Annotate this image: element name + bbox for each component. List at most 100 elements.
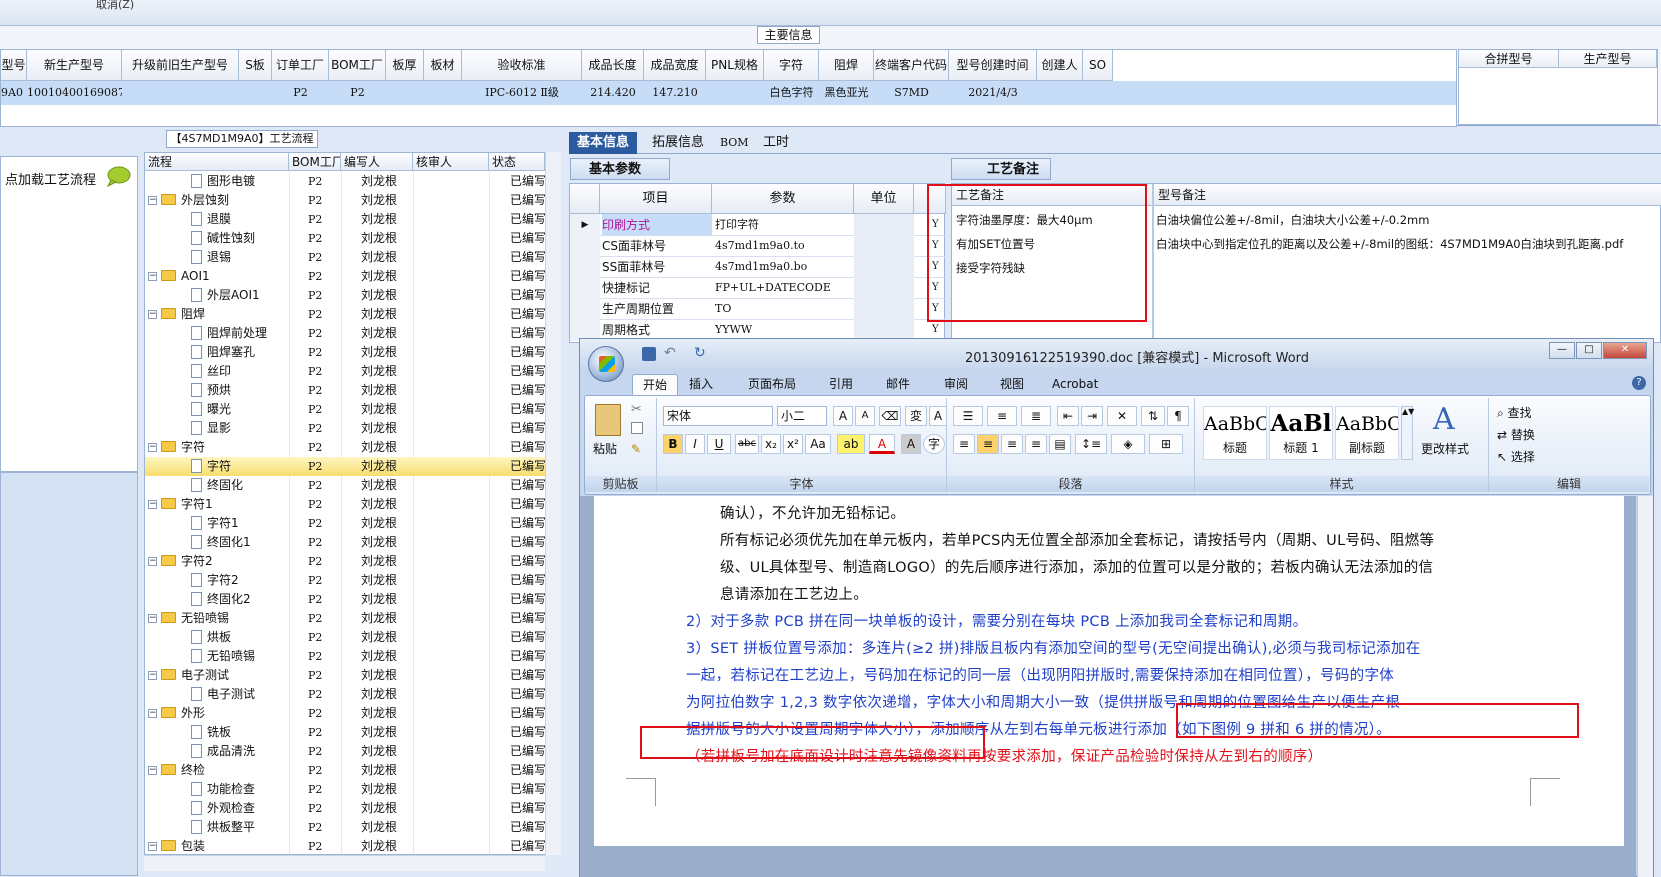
param-value[interactable]: TO xyxy=(715,298,853,320)
tree-row[interactable]: 字符1 P2 刘龙根 已编写 xyxy=(145,514,545,533)
font-name-select[interactable]: 宋体 xyxy=(663,406,773,426)
cancel-button[interactable]: 取消(Z) xyxy=(96,0,134,12)
main-cell[interactable]: 9A0 xyxy=(1,81,27,105)
main-cell[interactable] xyxy=(239,81,272,105)
collapse-toggle-icon[interactable]: − xyxy=(148,842,157,851)
main-cell[interactable]: 214.420 xyxy=(582,81,644,105)
align-right-icon[interactable]: ≡ xyxy=(1001,434,1023,454)
phonetic-icon[interactable]: 変 xyxy=(905,406,927,426)
tree-row[interactable]: 字符2 P2 刘龙根 已编写 xyxy=(145,571,545,590)
tree-row[interactable]: 电子测试 P2 刘龙根 已编写 xyxy=(145,685,545,704)
main-cell[interactable]: 147.210 xyxy=(644,81,706,105)
tree-row[interactable]: 碱性蚀刻 P2 刘龙根 已编写 xyxy=(145,229,545,248)
main-cell[interactable]: P2 xyxy=(272,81,329,105)
main-cell[interactable] xyxy=(706,81,764,105)
multilevel-list-icon[interactable]: ≣ xyxy=(1021,406,1051,426)
tree-vertical-scrollbar[interactable] xyxy=(545,152,561,855)
tree-row[interactable]: 曝光 P2 刘龙根 已编写 xyxy=(145,400,545,419)
shrink-font-icon[interactable]: A xyxy=(855,406,875,426)
maximize-button[interactable]: □ xyxy=(1576,342,1602,359)
param-value[interactable]: FP+UL+DATECODE xyxy=(715,277,853,299)
change-styles-button[interactable]: 更改样式 xyxy=(1421,440,1469,457)
param-row[interactable]: SS面菲林号 4s7md1m9a0.bo Y xyxy=(570,256,946,278)
minimize-button[interactable]: — xyxy=(1549,342,1575,359)
replace-button[interactable]: ⇄ 替换 xyxy=(1497,426,1535,443)
tree-row[interactable]: 字符 P2 刘龙根 已编写 xyxy=(145,457,545,476)
tab-view[interactable]: 视图 xyxy=(990,374,1034,395)
superscript-icon[interactable]: x² xyxy=(783,434,803,454)
distributed-icon[interactable]: ▤ xyxy=(1049,434,1071,454)
styles-scroll[interactable]: ▲▼ xyxy=(1401,406,1414,460)
document-page[interactable]: 确认），不允许加无铅标记。 所有标记必须优先加在单元板内，若单PCS内无位置全部… xyxy=(594,496,1624,846)
collapse-toggle-icon[interactable]: − xyxy=(148,196,157,205)
align-center-icon[interactable]: ≡ xyxy=(977,434,999,454)
tree-row[interactable]: 退锡 P2 刘龙根 已编写 xyxy=(145,248,545,267)
bullets-icon[interactable]: ☰ xyxy=(953,406,983,426)
tree-row[interactable]: − 包装 P2 刘龙根 已编写 xyxy=(145,837,545,854)
line-spacing-icon[interactable]: ↕≡ xyxy=(1075,434,1107,454)
shading-icon[interactable]: ◈ xyxy=(1111,434,1145,454)
font-color-icon[interactable]: A xyxy=(869,434,895,454)
tree-row[interactable]: 丝印 P2 刘龙根 已编写 xyxy=(145,362,545,381)
main-cell[interactable]: P2 xyxy=(329,81,386,105)
bold-icon[interactable]: B xyxy=(663,434,683,454)
main-cell[interactable] xyxy=(1083,81,1113,105)
basic-params-tab[interactable]: 基本参数 xyxy=(570,158,670,180)
param-value[interactable]: 4s7md1m9a0.to xyxy=(715,235,853,257)
process-notes-tab[interactable]: 工艺备注 xyxy=(951,158,1051,180)
tree-row[interactable]: − 字符2 P2 刘龙根 已编写 xyxy=(145,552,545,571)
style-heading-1[interactable]: AaBl 标题 1 xyxy=(1269,406,1333,460)
tree-row[interactable]: 铣板 P2 刘龙根 已编写 xyxy=(145,723,545,742)
collapse-toggle-icon[interactable]: − xyxy=(148,310,157,319)
tree-row[interactable]: 阻焊塞孔 P2 刘龙根 已编写 xyxy=(145,343,545,362)
enclose-char-icon[interactable]: 字 xyxy=(923,434,945,454)
main-cell[interactable]: 2021/4/3 xyxy=(949,81,1037,105)
show-marks-icon[interactable]: ¶ xyxy=(1167,406,1189,426)
tree-row[interactable]: 终固化2 P2 刘龙根 已编写 xyxy=(145,590,545,609)
tree-row[interactable]: − 外层蚀刻 P2 刘龙根 已编写 xyxy=(145,191,545,210)
main-cell[interactable]: IPC-6012 Ⅱ级 xyxy=(462,81,582,105)
main-cell[interactable]: 白色字符 xyxy=(764,81,819,105)
collapse-toggle-icon[interactable]: − xyxy=(148,272,157,281)
collapse-toggle-icon[interactable]: − xyxy=(148,557,157,566)
copy-icon[interactable] xyxy=(631,422,643,434)
tree-row[interactable]: 终固化 P2 刘龙根 已编写 xyxy=(145,476,545,495)
grow-font-icon[interactable]: A xyxy=(833,406,853,426)
borders-icon[interactable]: ⊞ xyxy=(1149,434,1183,454)
sort-icon[interactable]: ⇅ xyxy=(1141,406,1165,426)
tree-row[interactable]: 图形电镀 P2 刘龙根 已编写 xyxy=(145,172,545,191)
load-process-box[interactable]: 点加载工艺流程 xyxy=(0,156,138,472)
tree-row[interactable]: − 字符 P2 刘龙根 已编写 xyxy=(145,438,545,457)
change-styles-icon[interactable]: A xyxy=(1433,402,1455,437)
param-row[interactable]: ▶ 印刷方式 打印字符 Y xyxy=(570,214,946,236)
tab-review[interactable]: 审阅 xyxy=(934,374,978,395)
document-scrollbar[interactable] xyxy=(1637,496,1653,877)
redo-icon[interactable]: ↻ xyxy=(694,345,706,361)
tree-row[interactable]: 退膜 P2 刘龙根 已编写 xyxy=(145,210,545,229)
strikethrough-icon[interactable]: abc xyxy=(735,434,759,454)
collapse-toggle-icon[interactable]: − xyxy=(148,443,157,452)
main-cell[interactable]: S7MD xyxy=(874,81,949,105)
tab-extended-info[interactable]: 拓展信息 xyxy=(644,132,712,154)
tree-row[interactable]: − AOI1 P2 刘龙根 已编写 xyxy=(145,267,545,286)
increase-indent-icon[interactable]: ⇥ xyxy=(1081,406,1103,426)
select-button[interactable]: ↖ 选择 xyxy=(1497,448,1535,465)
tab-mailings[interactable]: 邮件 xyxy=(876,374,920,395)
tree-row[interactable]: 烘板 P2 刘龙根 已编写 xyxy=(145,628,545,647)
help-icon[interactable]: ? xyxy=(1632,376,1646,390)
tab-page-layout[interactable]: 页面布局 xyxy=(738,374,806,395)
tree-row[interactable]: 无铅喷锡 P2 刘龙根 已编写 xyxy=(145,647,545,666)
param-value[interactable]: 打印字符 xyxy=(715,214,853,236)
char-shading-icon[interactable]: A xyxy=(901,434,921,454)
subscript-icon[interactable]: x₂ xyxy=(761,434,781,454)
style-subtitle[interactable]: AaBbC 副标题 xyxy=(1335,406,1399,460)
align-left-icon[interactable]: ≡ xyxy=(953,434,975,454)
tree-row[interactable]: 终固化1 P2 刘龙根 已编写 xyxy=(145,533,545,552)
tree-row[interactable]: − 阻焊 P2 刘龙根 已编写 xyxy=(145,305,545,324)
tree-row[interactable]: − 电子测试 P2 刘龙根 已编写 xyxy=(145,666,545,685)
tab-basic-info[interactable]: 基本信息 xyxy=(569,132,638,154)
tab-acrobat[interactable]: Acrobat xyxy=(1042,374,1108,395)
main-cell[interactable]: 黑色亚光 xyxy=(819,81,874,105)
highlight-icon[interactable]: ab xyxy=(837,434,865,454)
paste-icon[interactable] xyxy=(595,404,621,436)
